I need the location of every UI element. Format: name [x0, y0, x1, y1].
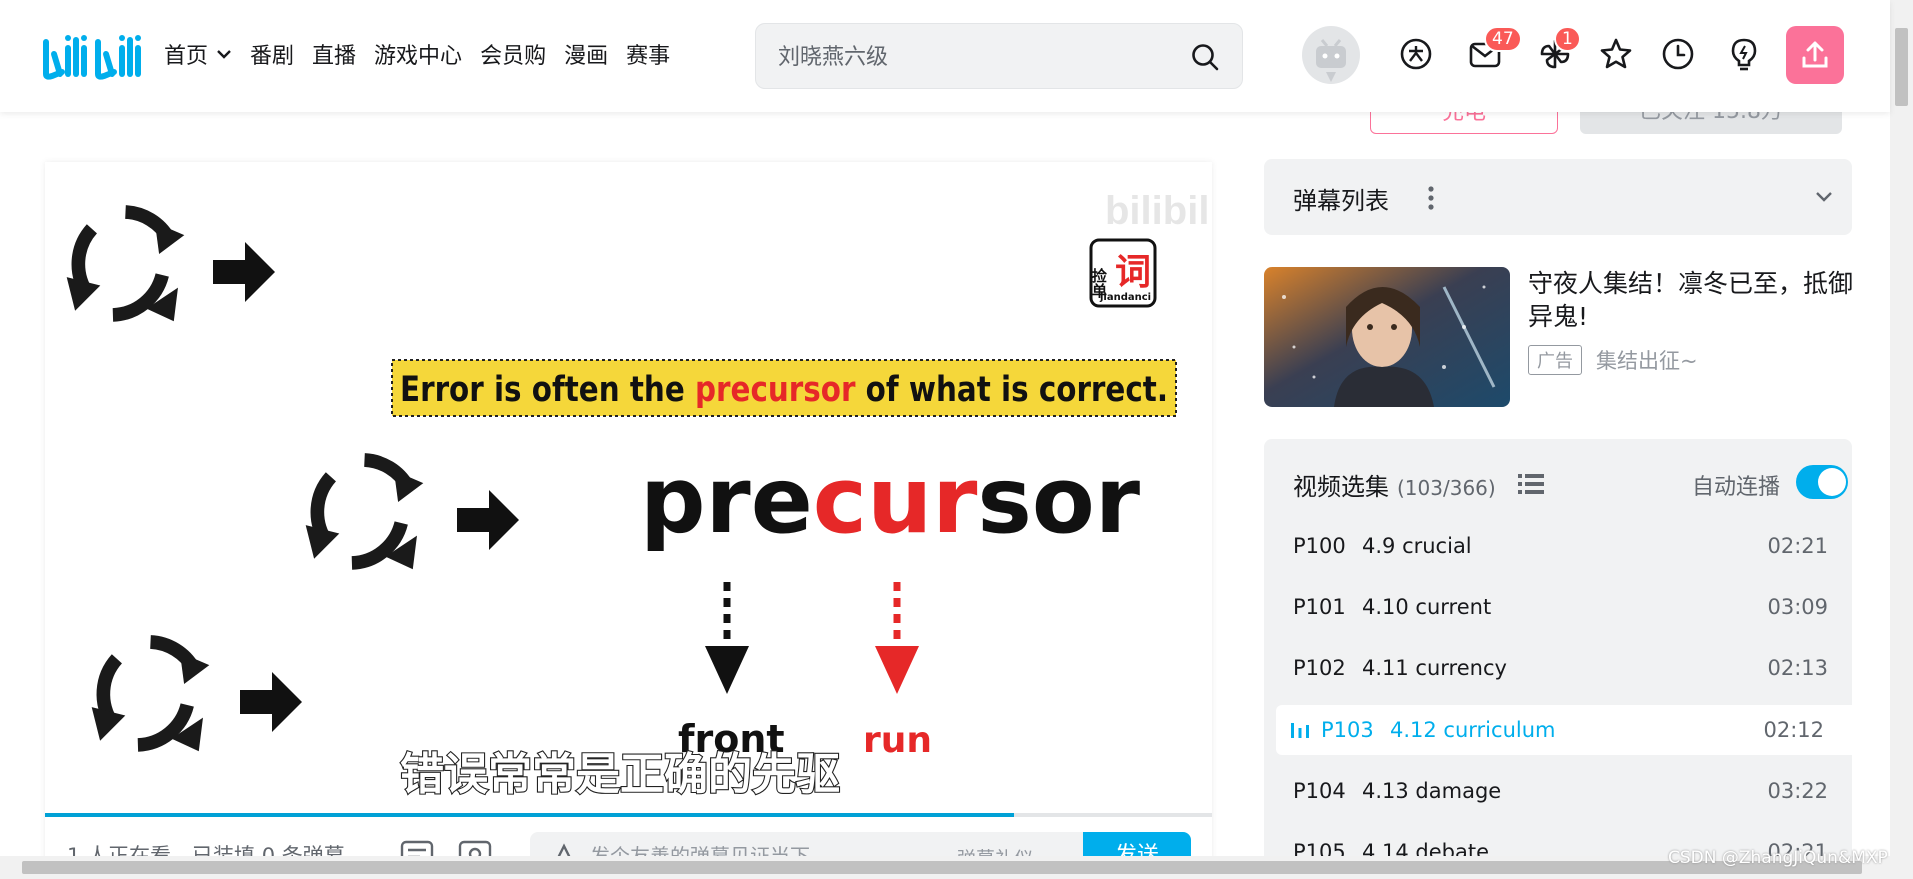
main-nav: 首页 番剧 直播 游戏中心 会员购 漫画 赛事 — [164, 38, 688, 70]
episode-duration: 02:21 — [1767, 534, 1828, 558]
sentence-part-2: of what is correct. — [855, 370, 1168, 410]
list-view-icon[interactable] — [1518, 473, 1544, 495]
arrow-icon-2 — [457, 490, 519, 550]
nav-home[interactable]: 首页 — [164, 38, 232, 70]
ad-subtitle: 集结出征~ — [1596, 349, 1698, 373]
arrow-icon-1 — [213, 242, 275, 302]
episode-duration: 02:13 — [1767, 656, 1828, 680]
vertical-scrollbar[interactable] — [1890, 0, 1913, 879]
cycle-icon-2 — [306, 460, 424, 569]
sentence-text: Error is often the precursor of what is … — [400, 370, 1168, 410]
dashed-arrow-black — [705, 582, 749, 694]
danmaku-list-panel[interactable]: 弹幕列表 — [1264, 159, 1852, 235]
progress-bar[interactable] — [45, 813, 1212, 817]
episode-number: P104 — [1293, 779, 1346, 803]
episode-title: 4.13 damage — [1362, 779, 1502, 803]
dynamics-count-badge: 1 — [1554, 26, 1581, 52]
nav-manga[interactable]: 漫画 — [564, 38, 608, 70]
chevron-down-icon — [217, 50, 231, 59]
ad-thumbnail[interactable] — [1264, 267, 1510, 407]
ad-thumbnail-image — [1264, 267, 1510, 407]
word-part-cur: cur — [813, 447, 978, 554]
ad-title[interactable]: 守夜人集结！凛冬已至，抵御异鬼! — [1528, 267, 1864, 333]
csdn-watermark: CSDN @ZhangJiQun&MXP — [1668, 848, 1888, 868]
video-player[interactable]: bilibili 捡单 词 jiandanci Error is often t… — [45, 162, 1212, 879]
episode-duration: 03:09 — [1767, 595, 1828, 619]
episode-item[interactable]: P100 4.9 crucial 02:21 — [1276, 521, 1852, 571]
episode-list-header: 视频选集 (103/366) — [1293, 467, 1496, 502]
episode-number: P101 — [1293, 595, 1346, 619]
big-word: precursor — [640, 447, 1141, 554]
autoplay-toggle[interactable] — [1796, 465, 1848, 499]
episode-item[interactable]: P102 4.11 currency 02:13 — [1276, 643, 1852, 693]
nav-shop[interactable]: 会员购 — [480, 38, 546, 70]
episode-item-active[interactable]: P103 4.12 curriculum 02:12 — [1276, 705, 1852, 755]
sentence-part-1: Error is often the — [400, 370, 695, 410]
nav-esports[interactable]: 赛事 — [626, 38, 670, 70]
chevron-down-icon[interactable] — [1814, 187, 1834, 207]
upload-button[interactable] — [1786, 26, 1844, 84]
message-count-badge: 47 — [1484, 26, 1522, 52]
vip-icon[interactable] — [1398, 36, 1434, 72]
episode-number: P102 — [1293, 656, 1346, 680]
user-avatar[interactable] — [1302, 26, 1360, 84]
toggle-knob — [1818, 468, 1846, 496]
favorites-star-icon[interactable] — [1598, 36, 1634, 72]
cycle-icon-3 — [92, 642, 210, 751]
horizontal-scroll-thumb[interactable] — [22, 861, 1862, 874]
word-part-pre: pre — [640, 447, 813, 554]
episode-number: P103 — [1321, 718, 1374, 742]
video-frame[interactable]: bilibili 捡单 词 jiandanci Error is often t… — [45, 162, 1212, 812]
word-part-sor: sor — [977, 447, 1140, 554]
search-box — [755, 23, 1243, 89]
top-header: 首页 番剧 直播 游戏中心 会员购 漫画 赛事 47 — [0, 0, 1890, 112]
episode-title: 4.12 curriculum — [1390, 718, 1556, 742]
brand-big-text: 词 — [1115, 252, 1151, 293]
dashed-arrow-red — [875, 582, 919, 694]
jiandanci-badge: 捡单 词 jiandanci — [1089, 238, 1157, 308]
creation-bulb-icon[interactable] — [1726, 36, 1762, 72]
more-vertical-icon[interactable] — [1425, 185, 1437, 211]
episode-item[interactable]: P101 4.10 current 03:09 — [1276, 582, 1852, 632]
episode-duration: 02:12 — [1763, 718, 1824, 742]
history-clock-icon[interactable] — [1660, 36, 1696, 72]
search-input[interactable] — [776, 38, 1160, 76]
upload-icon — [1802, 41, 1828, 68]
bilibili-logo[interactable] — [40, 28, 150, 84]
cycle-icon-1 — [67, 212, 185, 321]
episode-title: 4.10 current — [1362, 595, 1492, 619]
episode-number: P100 — [1293, 534, 1346, 558]
arrow-icon-3 — [240, 672, 302, 732]
nav-anime[interactable]: 番剧 — [250, 38, 294, 70]
nav-home-label: 首页 — [164, 44, 209, 69]
danmaku-list-title: 弹幕列表 — [1293, 187, 1389, 215]
episode-duration: 03:22 — [1767, 779, 1828, 803]
horizontal-scrollbar[interactable] — [0, 856, 1890, 879]
episode-list-panel: 视频选集 (103/366) 自动连播 P100 4.9 crucial 02:… — [1264, 439, 1852, 879]
tv-mascot-icon — [1316, 39, 1346, 82]
autoplay-label: 自动连播 — [1692, 475, 1781, 500]
episode-title: 4.9 crucial — [1362, 534, 1472, 558]
ad-tag: 广告 — [1528, 345, 1582, 375]
now-playing-icon — [1291, 723, 1309, 738]
brand-pinyin-text: jiandanci — [1099, 292, 1151, 303]
episode-list-title: 视频选集 — [1293, 473, 1389, 501]
subtitle-text: 错误常常是正确的先驱 — [400, 749, 840, 800]
vertical-scroll-thumb[interactable] — [1895, 28, 1908, 106]
search-icon[interactable] — [1190, 42, 1220, 72]
episode-item[interactable]: P104 4.13 damage 03:22 — [1276, 766, 1852, 816]
nav-game-center[interactable]: 游戏中心 — [374, 38, 462, 70]
sentence-highlight: precursor — [695, 370, 856, 410]
nav-live[interactable]: 直播 — [312, 38, 356, 70]
ad-card[interactable]: 守夜人集结！凛冬已至，抵御异鬼! 广告 集结出征~ — [1264, 267, 1864, 407]
episode-title: 4.11 currency — [1362, 656, 1507, 680]
episode-count: (103/366) — [1397, 476, 1496, 500]
progress-fill — [45, 813, 1014, 817]
video-watermark-logo: bilibili — [1105, 189, 1212, 233]
label-run: run — [863, 720, 932, 761]
